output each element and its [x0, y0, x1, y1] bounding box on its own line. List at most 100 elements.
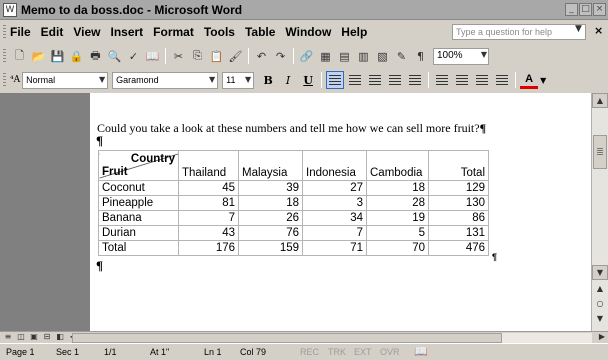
table-cell[interactable]: 27: [302, 180, 367, 196]
styles-pane-icon[interactable]: ⁴A: [10, 75, 20, 85]
table-cell[interactable]: 159: [238, 240, 303, 256]
insert-table-icon[interactable]: ▤: [336, 47, 353, 65]
row-label[interactable]: Total: [98, 240, 179, 256]
outline-view-icon[interactable]: ⊟: [42, 333, 52, 342]
body-paragraph[interactable]: Could you take a look at these numbers a…: [97, 121, 486, 136]
decrease-indent-button[interactable]: [473, 71, 491, 89]
table-cell[interactable]: 81: [178, 195, 239, 211]
status-rec[interactable]: REC: [300, 347, 319, 357]
vertical-scrollbar[interactable]: ▲ ▼ ▲ ○ ▼: [591, 93, 608, 331]
status-ovr[interactable]: OVR: [380, 347, 400, 357]
table-cell[interactable]: 7: [178, 210, 239, 226]
word-doc-icon[interactable]: W: [3, 2, 17, 17]
drawing-icon[interactable]: ✎: [393, 47, 410, 65]
reading-layout-icon[interactable]: ◧: [55, 333, 65, 342]
menu-help[interactable]: Help: [341, 25, 374, 39]
line-spacing-button[interactable]: [406, 71, 424, 89]
table-cell[interactable]: 7: [302, 225, 367, 241]
table-cell[interactable]: 70: [366, 240, 429, 256]
menu-file[interactable]: File: [10, 25, 38, 39]
table-cell[interactable]: 45: [178, 180, 239, 196]
columns-icon[interactable]: ▧: [374, 47, 391, 65]
corner-cell[interactable]: Country Fruit: [98, 150, 179, 181]
table-cell[interactable]: 34: [302, 210, 367, 226]
bold-button[interactable]: B: [259, 71, 277, 89]
help-question-input[interactable]: Type a question for help: [452, 24, 586, 40]
table-cell[interactable]: 18: [366, 180, 429, 196]
table-cell[interactable]: 476: [428, 240, 489, 256]
status-trk[interactable]: TRK: [328, 347, 346, 357]
open-icon[interactable]: 📂: [30, 47, 47, 65]
print-icon[interactable]: 🖶: [87, 47, 104, 65]
table-cell[interactable]: 3: [302, 195, 367, 211]
table-cell[interactable]: 26: [238, 210, 303, 226]
chevron-down-icon[interactable]: ▼: [245, 75, 251, 84]
spelling-icon[interactable]: ✓: [125, 47, 142, 65]
table-cell[interactable]: 43: [178, 225, 239, 241]
scroll-up-icon[interactable]: ▲: [592, 93, 608, 108]
table-cell[interactable]: 18: [238, 195, 303, 211]
column-header[interactable]: Thailand: [178, 150, 239, 181]
table-cell[interactable]: 71: [302, 240, 367, 256]
tables-borders-icon[interactable]: ▦: [317, 47, 334, 65]
close-button[interactable]: ×: [593, 3, 606, 16]
justify-button[interactable]: [386, 71, 404, 89]
chevron-down-icon[interactable]: ▼: [540, 76, 546, 85]
undo-icon[interactable]: ↶: [253, 47, 270, 65]
menu-table[interactable]: Table: [245, 25, 282, 39]
row-label[interactable]: Banana: [98, 210, 179, 226]
table-cell[interactable]: 28: [366, 195, 429, 211]
format-painter-icon[interactable]: 🖌: [227, 47, 244, 65]
next-page-icon[interactable]: ▼: [592, 312, 608, 327]
document-page[interactable]: Could you take a look at these numbers a…: [90, 93, 591, 331]
redo-icon[interactable]: ↷: [272, 47, 289, 65]
chevron-down-icon[interactable]: ▼: [209, 75, 215, 84]
column-header[interactable]: Malaysia: [238, 150, 303, 181]
previous-page-icon[interactable]: ▲: [592, 282, 608, 297]
style-select[interactable]: Normal ▼: [22, 71, 109, 89]
help-dropdown-icon[interactable]: ▼: [575, 24, 582, 34]
table-cell[interactable]: 76: [238, 225, 303, 241]
hyperlink-icon[interactable]: 🔗: [298, 47, 315, 65]
toolbar-grip[interactable]: [3, 49, 6, 63]
insert-excel-icon[interactable]: ▥: [355, 47, 372, 65]
menu-edit[interactable]: Edit: [41, 25, 71, 39]
table-cell[interactable]: 131: [428, 225, 489, 241]
align-right-button[interactable]: [366, 71, 384, 89]
web-layout-icon[interactable]: ◫: [16, 333, 26, 342]
scroll-right-icon[interactable]: ▶: [599, 332, 605, 341]
menu-window[interactable]: Window: [285, 25, 338, 39]
print-preview-icon[interactable]: 🔍: [106, 47, 123, 65]
cut-icon[interactable]: ✂: [170, 47, 187, 65]
increase-indent-button[interactable]: [493, 71, 511, 89]
zoom-select[interactable]: 100% ▼: [433, 47, 489, 65]
paste-icon[interactable]: 📋: [208, 47, 225, 65]
column-header[interactable]: Total: [428, 150, 489, 181]
research-icon[interactable]: 📖: [144, 47, 161, 65]
row-label[interactable]: Pineapple: [98, 195, 179, 211]
row-label[interactable]: Coconut: [98, 180, 179, 196]
table-cell[interactable]: 176: [178, 240, 239, 256]
numbering-button[interactable]: [433, 71, 451, 89]
close-document-icon[interactable]: ×: [594, 24, 603, 37]
scroll-down-icon[interactable]: ▼: [592, 265, 608, 280]
save-icon[interactable]: 💾: [49, 47, 66, 65]
select-browse-object-icon[interactable]: ○: [592, 297, 608, 312]
toolbar-grip[interactable]: [3, 73, 6, 87]
menu-grip[interactable]: [3, 25, 6, 39]
spelling-status-icon[interactable]: 📖: [414, 345, 428, 358]
menu-view[interactable]: View: [73, 25, 107, 39]
column-header[interactable]: Indonesia: [302, 150, 367, 181]
fruit-table[interactable]: Country Fruit Thailand Malaysia Indonesi…: [98, 150, 489, 256]
scroll-thumb[interactable]: [593, 135, 607, 169]
minimize-button[interactable]: _: [565, 3, 578, 16]
chevron-down-icon[interactable]: ▼: [481, 50, 487, 59]
table-cell[interactable]: 130: [428, 195, 489, 211]
font-select[interactable]: Garamond ▼: [112, 71, 219, 89]
table-cell[interactable]: 86: [428, 210, 489, 226]
status-ext[interactable]: EXT: [354, 347, 372, 357]
underline-button[interactable]: U: [299, 71, 317, 89]
font-size-select[interactable]: 11 ▼: [222, 71, 255, 89]
align-center-button[interactable]: [346, 71, 364, 89]
row-label[interactable]: Durian: [98, 225, 179, 241]
